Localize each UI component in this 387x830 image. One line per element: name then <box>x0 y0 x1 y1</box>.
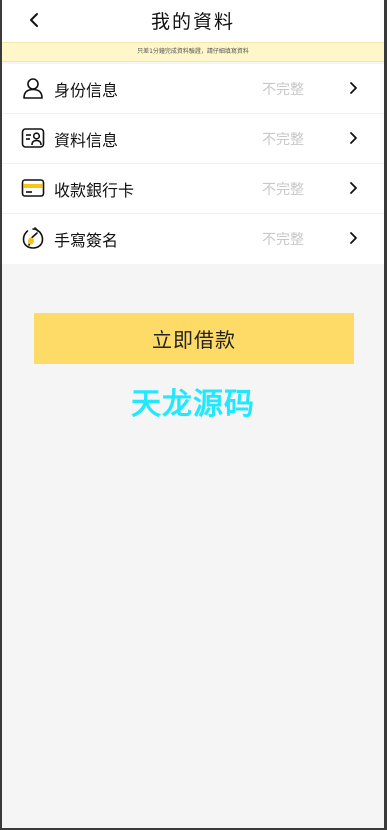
profile-list: 身份信息 不完整 資料信息 不完整 收款銀行卡 不完整 手寫簽名 不完整 <box>2 64 384 264</box>
list-item-label: 身份信息 <box>54 81 119 100</box>
list-item-status: 不完整 <box>262 232 304 248</box>
chevron-right-icon <box>350 82 357 94</box>
person-icon <box>23 78 43 99</box>
list-item-label: 收款銀行卡 <box>54 181 135 200</box>
list-item-signature[interactable]: 手寫簽名 不完整 <box>2 214 384 264</box>
borrow-now-button[interactable]: 立即借款 <box>34 313 354 364</box>
signature-icon <box>22 227 44 249</box>
notice-banner: 只差1分鐘完成資料驗證，請仔細填寫資料 <box>2 42 384 62</box>
list-item-identity[interactable]: 身份信息 不完整 <box>2 64 384 114</box>
list-item-label: 資料信息 <box>54 131 119 150</box>
profile-card-icon <box>21 128 45 148</box>
list-item-profile[interactable]: 資料信息 不完整 <box>2 114 384 164</box>
list-item-status: 不完整 <box>262 132 304 148</box>
watermark-text: 天龙源码 <box>131 387 255 422</box>
list-item-status: 不完整 <box>262 82 304 98</box>
header-bar: 我的資料 <box>2 0 384 42</box>
bank-card-icon <box>21 179 45 197</box>
app-screen: 我的資料 只差1分鐘完成資料驗證，請仔細填寫資料 身份信息 不完整 資料信息 不… <box>2 0 384 828</box>
chevron-right-icon <box>350 232 357 244</box>
list-item-bank-card[interactable]: 收款銀行卡 不完整 <box>2 164 384 214</box>
chevron-right-icon <box>350 182 357 194</box>
list-item-status: 不完整 <box>262 182 304 198</box>
page-title: 我的資料 <box>150 11 235 33</box>
list-item-label: 手寫簽名 <box>54 231 119 250</box>
chevron-right-icon <box>350 132 357 144</box>
